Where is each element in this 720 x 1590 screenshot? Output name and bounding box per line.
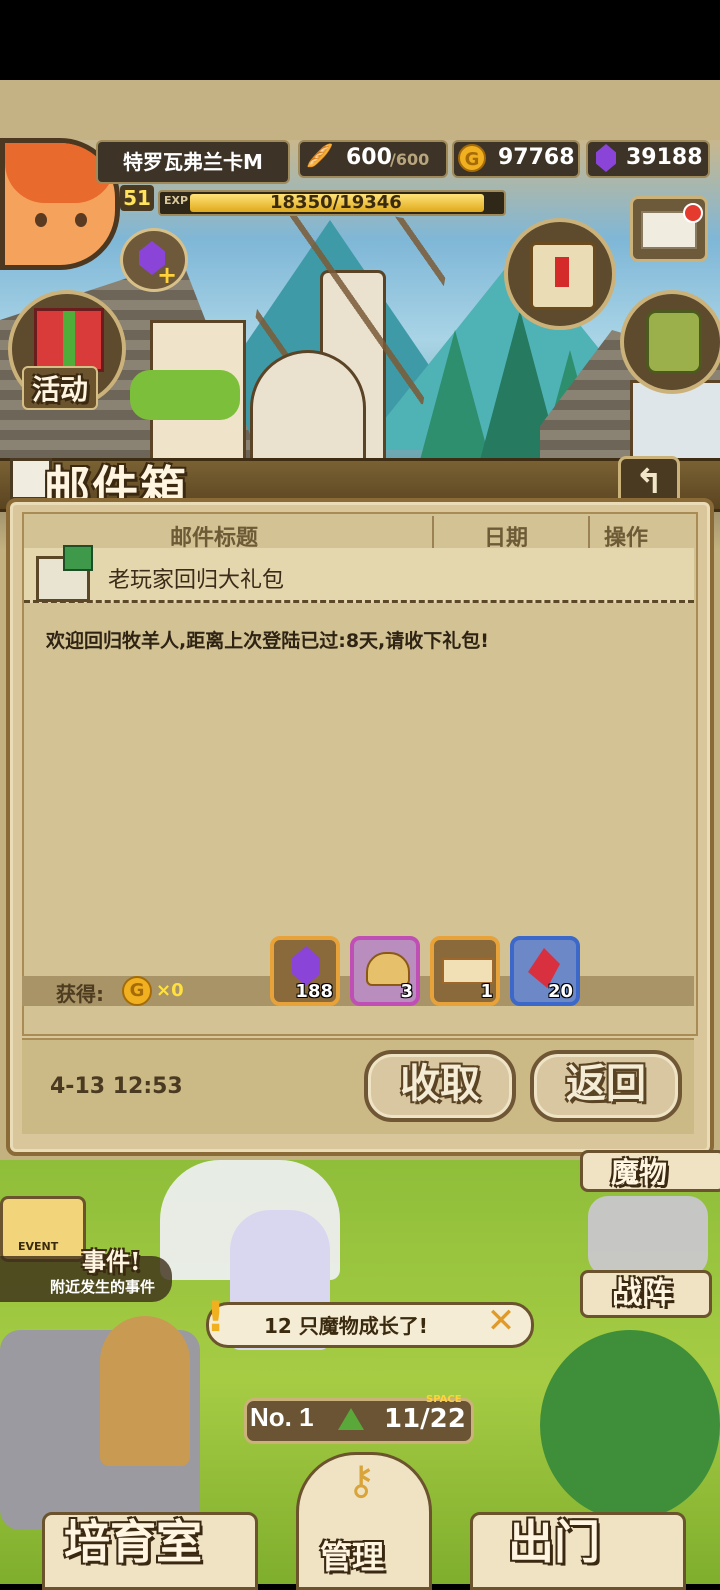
purple-gem-icon: [596, 144, 616, 172]
event-badge-label: EVENT: [18, 1240, 59, 1253]
backpack-button[interactable]: [620, 290, 720, 394]
reward-count: 3: [400, 981, 413, 1002]
monster-tab-label: 魔物: [611, 1156, 668, 1189]
plus-icon: +: [157, 261, 178, 289]
gold-coin-icon: G: [122, 976, 152, 1006]
column-divider: [432, 516, 434, 550]
gift-mail-icon: [36, 545, 93, 602]
buy-gems-button[interactable]: +: [120, 228, 188, 292]
formation-icon: [588, 1196, 708, 1276]
gold-coin-icon: G: [458, 144, 486, 172]
mail-button[interactable]: [630, 196, 708, 262]
stamina-max: /600: [390, 150, 430, 169]
player-name: 特罗瓦弗兰卡M: [96, 140, 290, 184]
manage-label: 管理: [320, 1538, 385, 1576]
monster-tab[interactable]: 魔物: [580, 1150, 720, 1192]
reward-count: 20: [547, 981, 573, 1002]
reward-slot[interactable]: 20: [510, 936, 580, 1006]
backpack-icon: [646, 310, 702, 374]
reward-count: 1: [480, 981, 493, 1002]
small-tower: [250, 350, 366, 466]
exp-bar: EXP 18350/19346: [158, 190, 506, 216]
reward-slot[interactable]: 188: [270, 936, 340, 1006]
growth-notice-text: 12 只魔物成长了!: [264, 1314, 428, 1338]
breeding-room-label: 培育室: [64, 1515, 202, 1569]
scroll-icon: [530, 242, 596, 310]
gift-box-icon: [63, 545, 93, 571]
gold-counter[interactable]: G 97768: [452, 140, 580, 178]
exit-label: 出门: [508, 1515, 600, 1569]
mail-body: 欢迎回归牧羊人,距离上次登陆已过:8天,请收下礼包!: [46, 630, 489, 652]
gem-value: 39188: [626, 145, 703, 170]
space-label: SPACE: [426, 1394, 462, 1405]
event-subtitle: 附近发生的事件: [50, 1278, 156, 1296]
exp-text: 18350/19346: [270, 192, 402, 213]
player-level: 51: [120, 185, 154, 211]
mail-title: 老玩家回归大礼包: [108, 568, 285, 593]
return-button[interactable]: 返回: [530, 1050, 682, 1122]
parchment-strip: [0, 80, 720, 140]
stamina-value: 600: [346, 145, 392, 170]
forest-icon: [540, 1330, 720, 1520]
gift-box-icon: [34, 308, 104, 372]
notification-dot: [683, 203, 703, 223]
status-bar: [0, 0, 720, 80]
reward-slot[interactable]: 1: [430, 936, 500, 1006]
keys-icon: ⚷: [346, 1458, 376, 1504]
formation-label: 战阵: [612, 1276, 672, 1311]
reward-items: 188 3 1 20: [270, 936, 590, 1008]
quest-scroll-button[interactable]: [504, 218, 616, 330]
column-divider: [588, 516, 590, 550]
close-icon[interactable]: ✕: [484, 1304, 518, 1338]
tail-decoration: [100, 1316, 190, 1466]
stamina-counter[interactable]: 🥖 600 /600: [298, 140, 448, 178]
event-gift-label: 活动: [22, 366, 99, 410]
bread-icon: 🥖: [306, 144, 334, 169]
gem-counter[interactable]: 39188: [586, 140, 710, 178]
obtain-label: 获得:: [56, 982, 104, 1006]
reward-slot[interactable]: 3: [350, 936, 420, 1006]
gold-value: 97768: [498, 145, 575, 170]
farm-number: No. 1: [250, 1402, 314, 1432]
flower-box: [130, 370, 240, 420]
exclamation-icon: !: [206, 1292, 226, 1341]
event-title: 事件!: [82, 1247, 141, 1276]
gold-reward-count: ×0: [156, 980, 184, 1001]
reward-count: 188: [295, 981, 333, 1002]
exp-label: EXP: [164, 194, 189, 207]
mail-date: 4-13 12:53: [50, 1074, 183, 1099]
farm-capacity: 11/22: [384, 1404, 466, 1434]
collect-button[interactable]: 收取: [364, 1050, 516, 1122]
